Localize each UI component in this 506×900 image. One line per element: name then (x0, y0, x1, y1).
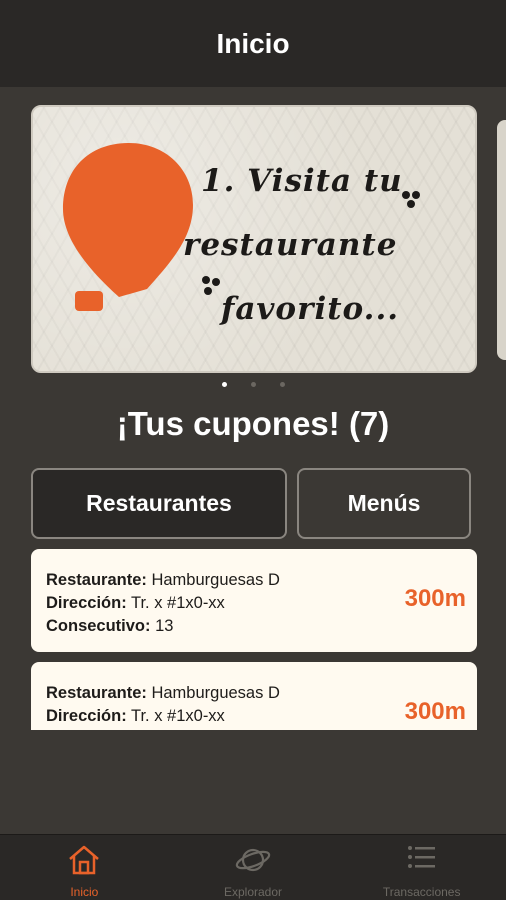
list-icon (407, 846, 435, 868)
coupon-details: Restaurante: Hamburguesas D Dirección: T… (46, 682, 280, 728)
coupon-list[interactable]: Restaurante: Hamburguesas D Dirección: T… (0, 549, 506, 730)
next-slide-peek[interactable] (497, 120, 506, 360)
address-label: Dirección: (46, 707, 127, 725)
tab-explorador[interactable]: Explorador (169, 835, 338, 900)
tab-label: Transacciones (382, 885, 461, 899)
address-value: Tr. x #1x0-xx (130, 594, 225, 612)
tab-transacciones[interactable]: Transacciones (337, 835, 506, 900)
slide-line-1: 1. Visita tu (201, 163, 403, 199)
tab-label: Inicio (70, 885, 99, 899)
page-title: Inicio (216, 27, 290, 59)
pager-dot[interactable] (221, 382, 227, 387)
tab-inicio[interactable]: Inicio (0, 835, 169, 900)
coupon-card[interactable]: Restaurante: Hamburguesas D Dirección: T… (31, 662, 477, 730)
balloon-icon (63, 143, 193, 311)
address-label: Dirección: (46, 594, 127, 612)
carousel-pager (0, 382, 506, 387)
pager-dot[interactable] (250, 382, 256, 387)
coupon-details: Restaurante: Hamburguesas D Dirección: T… (46, 569, 280, 638)
home-icon (69, 845, 100, 875)
decorative-dots-icon (202, 276, 220, 295)
restaurant-label: Restaurante: (46, 684, 147, 702)
menus-tab-button[interactable]: Menús (297, 468, 471, 539)
distance-badge: 300m (404, 698, 466, 725)
tab-label: Explorador (223, 885, 283, 899)
app-header: Inicio (0, 0, 506, 87)
promo-carousel[interactable]: 1. Visita tu restaurante favorito... (0, 105, 506, 373)
planet-icon (235, 848, 271, 872)
consecutive-label: Consecutivo: (46, 617, 151, 635)
carousel-slide[interactable]: 1. Visita tu restaurante favorito... (31, 105, 477, 373)
consecutive-value: 13 (155, 617, 174, 635)
address-value: Tr. x #1x0-xx (130, 707, 225, 725)
slide-line-2: restaurante (183, 227, 398, 263)
decorative-dots-icon (402, 191, 420, 208)
bottom-tab-bar: Inicio Explorador Transacciones (0, 834, 506, 900)
restaurants-tab-button[interactable]: Restaurantes (31, 468, 287, 539)
coupon-card[interactable]: Restaurante: Hamburguesas D Dirección: T… (31, 549, 477, 652)
slide-caption: 1. Visita tu restaurante favorito... (183, 149, 473, 341)
pager-dot[interactable] (279, 382, 285, 387)
coupons-heading: ¡Tus cupones! (7) (116, 405, 390, 442)
distance-badge: 300m (404, 585, 466, 612)
restaurant-value: Hamburguesas D (151, 684, 280, 702)
restaurant-value: Hamburguesas D (151, 571, 280, 589)
restaurant-label: Restaurante: (46, 571, 147, 589)
